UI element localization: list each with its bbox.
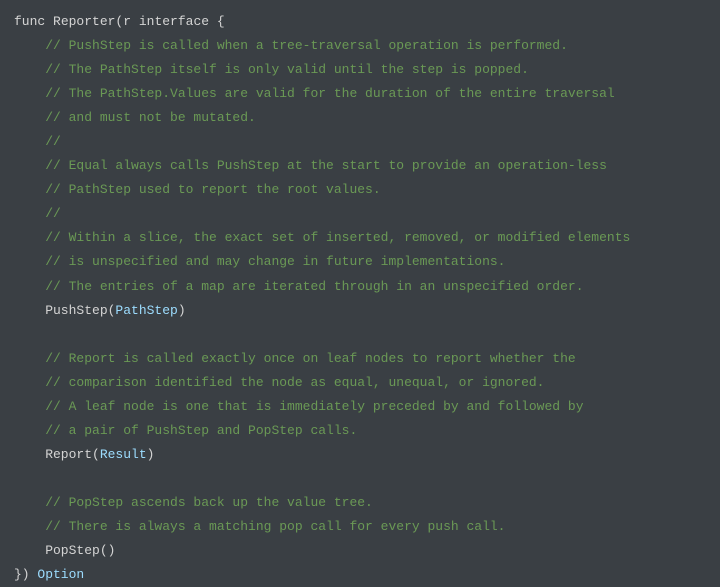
comment-line: // The PathStep.Values are valid for the… <box>14 86 615 101</box>
keyword-func: func <box>14 14 45 29</box>
comment-line: // A leaf node is one that is immediatel… <box>14 399 584 414</box>
comment-line: // Equal always calls PushStep at the st… <box>14 158 607 173</box>
comment-line: // PathStep used to report the root valu… <box>14 182 381 197</box>
brace-close: }) <box>14 567 37 582</box>
comment-line: // and must not be mutated. <box>14 110 256 125</box>
brace-open: { <box>209 14 225 29</box>
method-report-post: ) <box>147 447 155 462</box>
method-pushstep-post: ) <box>178 303 186 318</box>
comment-line: // The PathStep itself is only valid unt… <box>14 62 529 77</box>
func-name: Reporter(r <box>45 14 139 29</box>
comment-line: // a pair of PushStep and PopStep calls. <box>14 423 357 438</box>
comment-line: // Within a slice, the exact set of inse… <box>14 230 630 245</box>
type-pathstep: PathStep <box>115 303 177 318</box>
comment-line: // Report is called exactly once on leaf… <box>14 351 576 366</box>
type-result: Result <box>100 447 147 462</box>
comment-line: // <box>14 206 61 221</box>
keyword-interface: interface <box>139 14 209 29</box>
code-block: func Reporter(r interface { // PushStep … <box>14 10 706 587</box>
comment-line: // There is always a matching pop call f… <box>14 519 505 534</box>
comment-line: // <box>14 134 61 149</box>
comment-line: // PopStep ascends back up the value tre… <box>14 495 373 510</box>
comment-line: // is unspecified and may change in futu… <box>14 254 505 269</box>
comment-line: // comparison identified the node as equ… <box>14 375 545 390</box>
method-pushstep-pre: PushStep( <box>14 303 115 318</box>
comment-line: // PushStep is called when a tree-traver… <box>14 38 568 53</box>
method-popstep: PopStep() <box>14 543 115 558</box>
comment-line: // The entries of a map are iterated thr… <box>14 279 584 294</box>
method-report-pre: Report( <box>14 447 100 462</box>
type-option: Option <box>37 567 84 582</box>
